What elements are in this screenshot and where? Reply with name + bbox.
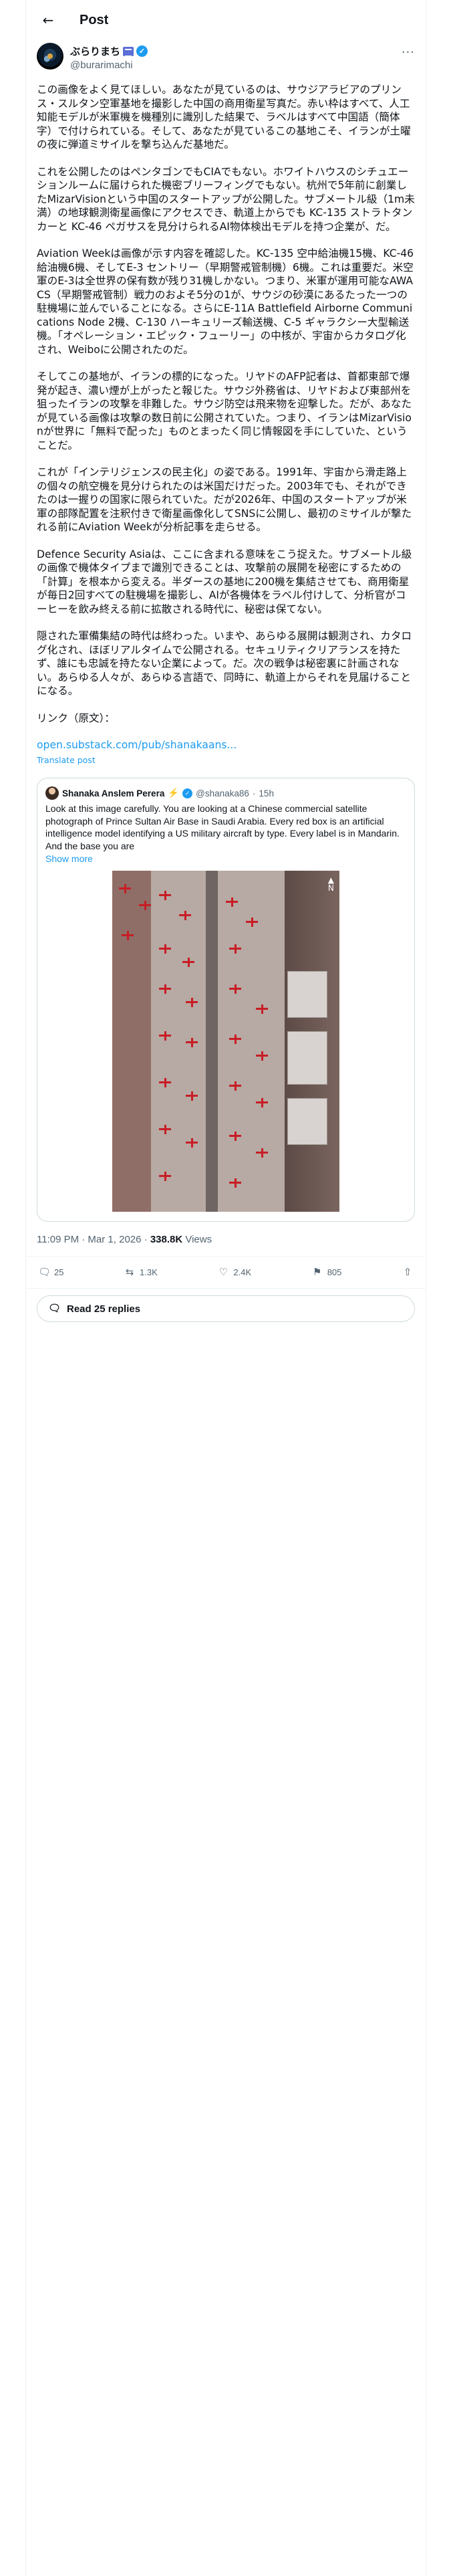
aircraft-marker (226, 897, 238, 907)
aircraft-marker (159, 984, 171, 994)
quoted-author-name[interactable]: Shanaka Anslem Perera (62, 788, 164, 798)
aircraft-marker (119, 884, 131, 893)
aircraft-marker (159, 1172, 171, 1181)
aircraft-marker (159, 1125, 171, 1134)
aircraft-marker (256, 1051, 268, 1061)
post-meta: 11:09 PM · Mar 1, 2026 · 338.8K Views (26, 1222, 426, 1257)
reply-icon: 🗨 (38, 1266, 51, 1278)
aircraft-marker (229, 944, 241, 954)
post-paragraph: これを公開したのはペンタゴンでもCIAでもない。ホワイトハウスのシチュエーション… (37, 165, 415, 233)
quoted-handle: @shanaka86 (196, 788, 249, 798)
author-display-name[interactable]: ぶらりまち (70, 44, 120, 58)
post-paragraph: これが「インテリジェンスの民主化」の姿である。1991年、宇宙から滑走路上の個々… (37, 466, 412, 533)
apron-area (151, 871, 285, 1212)
author-display-name-row[interactable]: ぶらりまち ✓ (70, 44, 148, 58)
like-count: 2.4K (233, 1267, 252, 1277)
taxiway (206, 871, 218, 1212)
aircraft-marker (256, 1148, 268, 1158)
flag-icon (123, 46, 134, 57)
post-body: この画像をよく見てほしい。あなたが見ているのは、サウジアラビアのプリンス・スルタ… (26, 75, 426, 767)
repost-button[interactable]: ⇆ 1.3K (124, 1267, 158, 1279)
repost-icon: ⇆ (125, 1266, 134, 1278)
read-replies-label: Read 25 replies (67, 1303, 141, 1315)
aircraft-marker (229, 1035, 241, 1044)
post-paragraph: この画像をよく見てほしい。あなたが見ているのは、サウジアラビアのプリンス・スルタ… (37, 84, 411, 150)
post-column: ← Post ぶらりまち ✓ @burarimachi ··· この画像をよく見… (25, 0, 426, 2576)
bookmark-count: 805 (327, 1267, 342, 1277)
post-paragraph: リンク（原文）： (37, 712, 115, 724)
aircraft-marker (159, 1031, 171, 1041)
aircraft-marker (186, 1138, 198, 1148)
top-bar: ← Post (26, 0, 426, 40)
repost-count: 1.3K (140, 1267, 158, 1277)
aircraft-marker (179, 911, 191, 920)
aircraft-marker (229, 1178, 241, 1188)
reply-button[interactable]: 🗨 25 (38, 1267, 63, 1279)
aircraft-marker (182, 958, 194, 967)
aircraft-marker (122, 931, 134, 940)
post-paragraph: Defence Security Asiaは、ここに含まれる意味をこう捉えた。サ… (37, 548, 412, 615)
avatar[interactable] (37, 43, 63, 70)
aircraft-marker (139, 901, 151, 910)
aircraft-marker (159, 944, 171, 954)
views-count: 338.8K (150, 1234, 183, 1245)
aircraft-marker (186, 1091, 198, 1101)
views-label: Views (182, 1234, 212, 1245)
post-paragraph: Aviation Weekは画像が示す内容を確認した。KC-135 空中給油機1… (37, 247, 418, 356)
author-row: ぶらりまち ✓ @burarimachi ··· (26, 40, 426, 75)
heart-icon: ♡ (218, 1266, 229, 1278)
satellite-image[interactable]: ▲ N (112, 871, 339, 1212)
reply-count: 25 (54, 1267, 64, 1277)
back-arrow-icon[interactable]: ← (37, 9, 59, 31)
read-replies-button[interactable]: 🗨 Read 25 replies (37, 1295, 415, 1322)
bookmark-icon: ⚑ (312, 1266, 322, 1278)
north-arrow-icon: ▲ N (327, 875, 334, 893)
quoted-avatar[interactable] (45, 786, 59, 800)
post-timestamp[interactable]: 11:09 PM · Mar 1, 2026 · (37, 1234, 150, 1245)
post-paragraph: 隠された軍備集結の時代は終わった。いまや、あらゆる展開は観測され、カタログ化され… (37, 630, 412, 697)
share-icon: ⇧ (403, 1266, 412, 1278)
author-handle[interactable]: @burarimachi (70, 60, 148, 71)
action-bar: 🗨 25 ⇆ 1.3K ♡ 2.4K ⚑ 805 ⇧ (26, 1257, 426, 1289)
aircraft-marker (186, 998, 198, 1007)
aircraft-marker (186, 1038, 198, 1047)
like-button[interactable]: ♡ 2.4K (217, 1267, 251, 1279)
aircraft-marker (159, 891, 171, 900)
verified-badge-icon: ✓ (182, 788, 193, 798)
translate-post-link[interactable]: Translate post (37, 754, 415, 768)
aircraft-marker (229, 1132, 241, 1141)
lightning-icon: ⚡ (168, 788, 180, 798)
substack-link[interactable]: open.substack.com/pub/shanakaans... (37, 738, 415, 752)
author-names: ぶらりまち ✓ @burarimachi (70, 44, 148, 71)
quoted-age: 15h (259, 788, 274, 798)
aircraft-marker (256, 1098, 268, 1107)
hangar (287, 1098, 327, 1145)
more-options-icon[interactable]: ··· (402, 45, 415, 60)
aircraft-marker (229, 1081, 241, 1091)
aircraft-marker (229, 984, 241, 994)
bookmark-button[interactable]: ⚑ 805 (311, 1266, 342, 1279)
aircraft-marker (246, 918, 258, 927)
reply-icon: 🗨 (48, 1303, 61, 1314)
quoted-text: Look at this image carefully. You are lo… (45, 803, 400, 851)
aircraft-marker (159, 1078, 171, 1087)
show-more-link[interactable]: Show more (37, 852, 414, 871)
page-title: Post (80, 12, 109, 27)
post-paragraph: そしてこの基地が、イランの標的になった。リヤドのAFP記者は、首都東部で爆発が起… (37, 370, 412, 451)
verified-badge-icon: ✓ (136, 45, 148, 57)
hangar (287, 1031, 327, 1085)
aircraft-marker (256, 1004, 268, 1014)
share-button[interactable]: ⇧ (402, 1267, 414, 1279)
hangar (287, 971, 327, 1018)
quoted-post-header: Shanaka Anslem Perera ⚡ ✓ @shanaka86 · 1… (37, 778, 414, 800)
quoted-post[interactable]: Shanaka Anslem Perera ⚡ ✓ @shanaka86 · 1… (37, 778, 415, 1222)
